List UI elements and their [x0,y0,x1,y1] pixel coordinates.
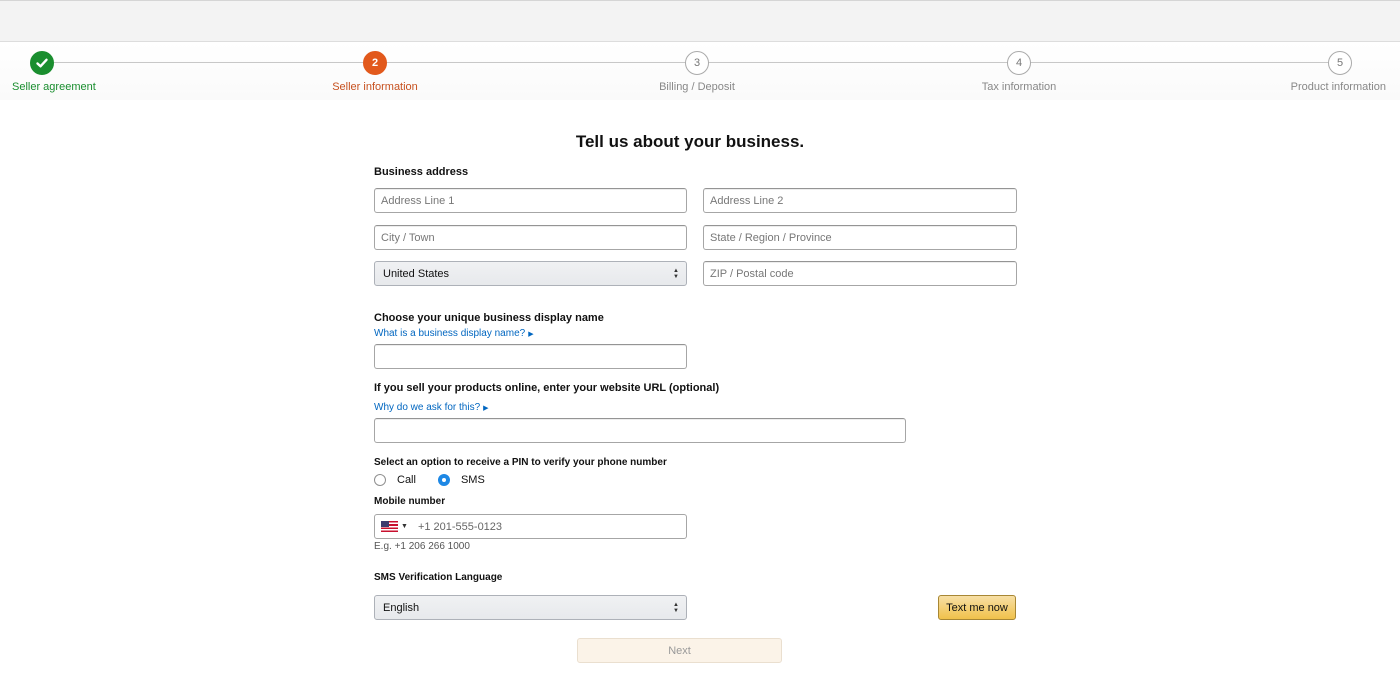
step-number: 2 [363,51,387,75]
pin-option-group: Call SMS [374,474,507,486]
select-arrows-icon: ▲ ▼ [673,268,679,280]
progress-stepper: Seller agreement 2 Seller information 3 … [0,42,1400,100]
sms-language-label: SMS Verification Language [374,572,503,583]
sms-radio[interactable] [437,474,450,486]
step-label: Seller information [332,81,418,93]
caret-right-icon: ▶ [528,331,534,338]
city-input[interactable] [374,225,687,250]
mobile-number-placeholder: +1 201-555-0123 [417,520,503,533]
call-radio[interactable] [374,474,386,486]
select-arrows-icon: ▲ ▼ [673,602,679,614]
us-flag-icon[interactable] [381,521,398,532]
call-radio-label[interactable]: Call [397,474,416,486]
step-product-information: 5 Product information [1282,51,1392,93]
mobile-number-hint: E.g. +1 206 266 1000 [374,541,470,552]
step-label: Tax information [981,81,1057,93]
top-bar [0,0,1400,42]
step-billing-deposit: 3 Billing / Deposit [617,51,777,93]
country-select-value: United States [383,267,450,280]
caret-right-icon: ▶ [483,405,489,412]
mobile-number-field[interactable]: ▼ +1 201-555-0123 [374,514,687,539]
step-seller-information: 2 Seller information [295,51,455,93]
display-name-help-text: What is a business display name? [374,328,526,339]
step-tax-information: 4 Tax information [939,51,1099,93]
display-name-help-link[interactable]: What is a business display name? ▶ [374,328,534,339]
step-label: Product information [1290,81,1386,93]
state-input[interactable] [703,225,1017,250]
business-address-label: Business address [374,166,469,178]
step-number: 4 [1007,51,1031,75]
sms-language-select[interactable]: English ▲ ▼ [374,595,687,620]
website-help-link[interactable]: Why do we ask for this? ▶ [374,402,489,413]
check-icon [30,51,54,75]
address-line1-input[interactable] [374,188,687,213]
step-number: 3 [685,51,709,75]
country-select[interactable]: United States ▲ ▼ [374,261,687,286]
sms-language-value: English [383,601,420,614]
step-label: Seller agreement [12,81,96,93]
website-help-text: Why do we ask for this? [374,402,481,413]
step-number: 5 [1328,51,1352,75]
pin-option-label: Select an option to receive a PIN to ver… [374,457,667,468]
sms-radio-label[interactable]: SMS [461,474,485,486]
page-title: Tell us about your business. [575,132,805,151]
website-url-input[interactable] [374,418,906,443]
address-line2-input[interactable] [703,188,1017,213]
mobile-number-label: Mobile number [374,496,446,507]
display-name-input[interactable] [374,344,687,369]
next-button[interactable]: Next [577,638,782,663]
website-label: If you sell your products online, enter … [374,382,720,394]
display-name-label: Choose your unique business display name [374,312,604,324]
step-seller-agreement: Seller agreement [0,51,110,93]
chevron-down-icon[interactable]: ▼ [401,523,408,530]
step-label: Billing / Deposit [659,81,735,93]
text-me-now-button[interactable]: Text me now [938,595,1016,620]
zip-input[interactable] [703,261,1017,286]
